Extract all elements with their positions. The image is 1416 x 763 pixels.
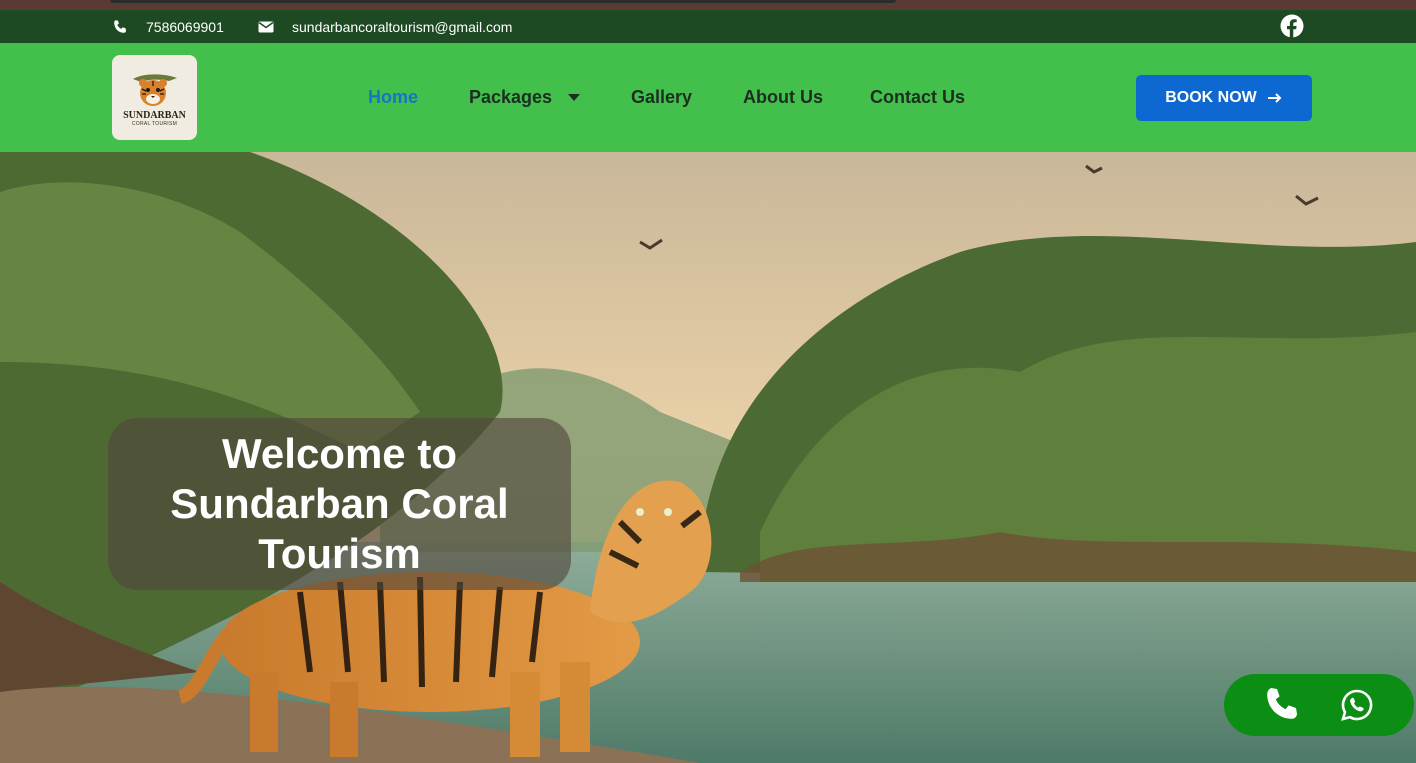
hero-heading: Welcome to Sundarban Coral Tourism — [108, 418, 571, 590]
browser-top-strip — [0, 0, 1416, 10]
overlay-bar — [110, 0, 896, 3]
whatsapp-icon[interactable] — [1340, 688, 1374, 722]
tiger-crocodile-logo-icon — [132, 73, 177, 106]
logo-tagline: CORAL TOURISM — [131, 120, 178, 127]
logo-name: SUNDARBAN — [123, 109, 186, 121]
nav-contact-us[interactable]: Contact Us — [870, 43, 965, 152]
phone-number: 7586069901 — [146, 18, 224, 35]
contact-topbar: 7586069901 sundarbancoraltourism@gmail.c… — [0, 10, 1416, 43]
email-address: sundarbancoraltourism@gmail.com — [292, 18, 513, 35]
phone-link[interactable]: 7586069901 — [112, 10, 224, 43]
nav-about-us[interactable]: About Us — [743, 43, 823, 152]
main-navbar: SUNDARBAN CORAL TOURISM Home Packages Ga… — [0, 43, 1416, 152]
book-now-label: BOOK NOW — [1165, 89, 1257, 106]
envelope-icon — [258, 19, 274, 35]
nav-home[interactable]: Home — [368, 43, 418, 152]
email-link[interactable]: sundarbancoraltourism@gmail.com — [258, 10, 512, 43]
hero-line-3: Tourism — [258, 530, 421, 577]
caret-down-icon — [568, 94, 581, 101]
nav-gallery[interactable]: Gallery — [631, 43, 692, 152]
nav-packages-label: Packages — [469, 87, 553, 107]
floating-contact-widget — [1224, 674, 1414, 736]
book-now-button[interactable]: BOOK NOW — [1136, 75, 1312, 121]
hero-line-2: Sundarban Coral — [170, 480, 509, 527]
site-logo[interactable]: SUNDARBAN CORAL TOURISM — [112, 55, 197, 140]
nav-packages[interactable]: Packages — [469, 43, 581, 152]
hero-banner: Welcome to Sundarban Coral Tourism — [0, 152, 1416, 763]
arrow-right-icon — [1267, 93, 1282, 103]
phone-icon — [112, 19, 128, 35]
phone-call-icon[interactable] — [1262, 686, 1300, 724]
hero-line-1: Welcome to — [222, 430, 457, 477]
facebook-icon[interactable] — [1280, 14, 1304, 38]
